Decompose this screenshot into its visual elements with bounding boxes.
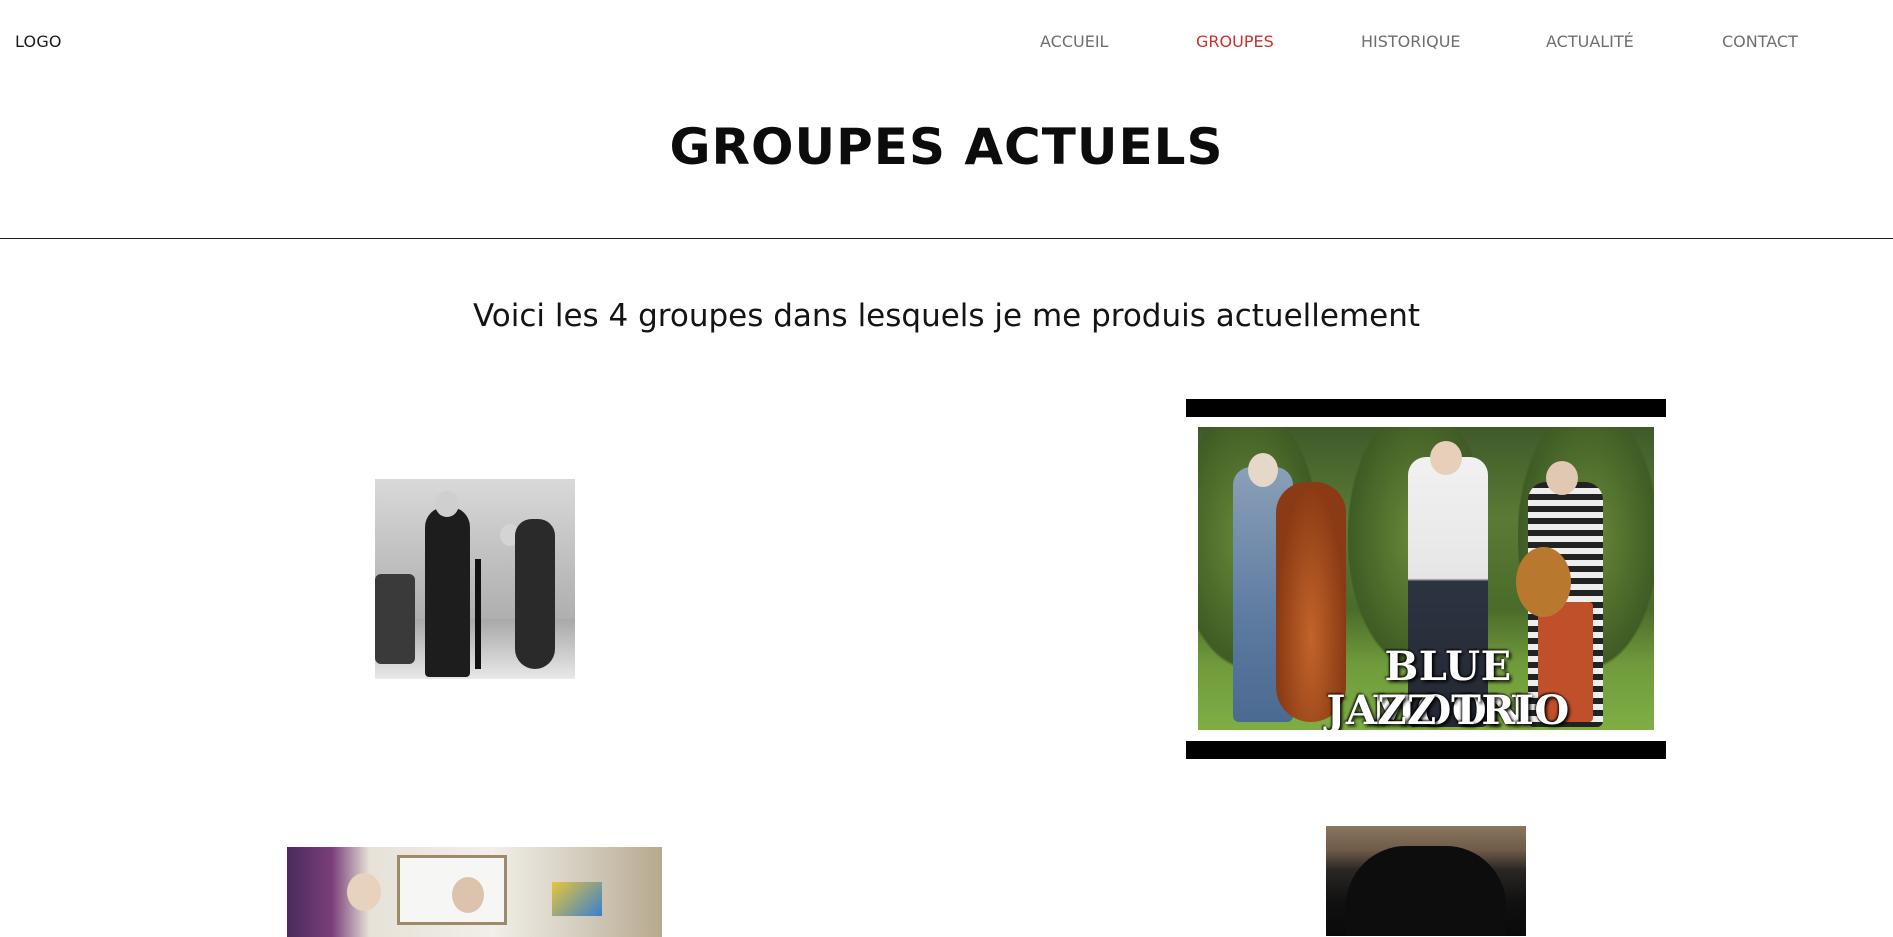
nav-link-historique[interactable]: HISTORIQUE [1361,32,1461,51]
poster-title-line-2: JAZZ TRIO [1326,687,1570,731]
double-bass [515,519,555,669]
group-photo-bw-trio[interactable] [375,479,575,679]
guitar [1516,547,1571,617]
intro-text: Voici les 4 groupes dans lesquels je me … [472,298,1421,334]
nav-link-accueil[interactable]: ACCUEIL [1040,32,1108,51]
section-divider [0,238,1893,239]
music-stand [475,559,481,669]
group-photo-interior[interactable] [287,847,662,937]
saxophonist-figure [425,507,470,677]
bassist-head [1248,453,1278,487]
group-poster-blue-moon[interactable]: BLUE MOON JAZZ TRIO [1186,399,1666,759]
poster-scene: BLUE MOON JAZZ TRIO [1198,427,1654,730]
page-title: GROUPES ACTUELS [669,118,1224,176]
dark-figure [1346,846,1506,936]
nav-link-contact[interactable]: CONTACT [1722,32,1798,51]
guitarist-head [1546,461,1578,495]
clarinetist-head [1430,441,1462,475]
poster-bar-bottom [1186,741,1666,759]
group-photo-dark[interactable] [1326,826,1526,936]
saxophonist-head [435,491,459,517]
nav-link-groupes[interactable]: GROUPES [1196,32,1274,51]
trumpeter-head [347,873,381,911]
drum-kit [375,574,415,664]
wall-painting [552,882,602,916]
nav-link-actualite[interactable]: ACTUALITÉ [1546,32,1634,51]
navbar: LOGO ACCUEIL GROUPES HISTORIQUE ACTUALIT… [0,0,1893,86]
main-nav: ACCUEIL GROUPES HISTORIQUE ACTUALITÉ CON… [0,32,1893,56]
poster-bar-top [1186,399,1666,417]
musician-head [452,877,484,913]
